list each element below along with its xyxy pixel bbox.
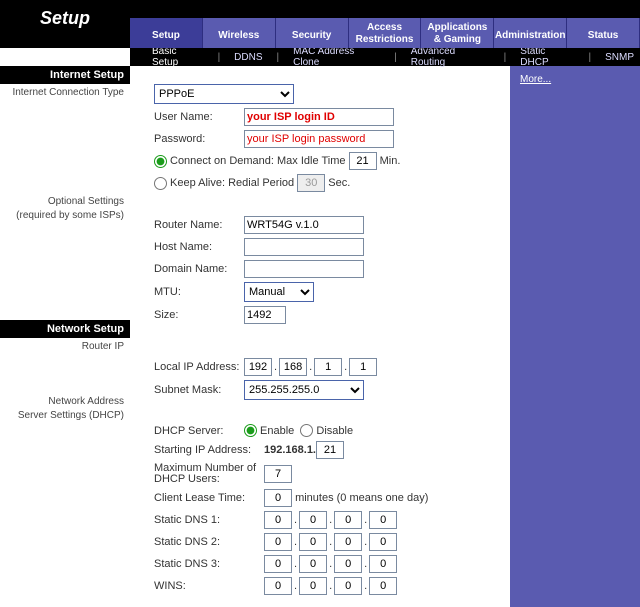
subnet-select[interactable]: 255.255.255.0	[244, 380, 364, 400]
lease-label: Client Lease Time:	[154, 492, 264, 504]
label-conn-type: Internet Connection Type	[0, 84, 130, 101]
subnav-ddns[interactable]: DDNS	[228, 52, 268, 63]
mtu-label: MTU:	[154, 286, 244, 298]
max-users-label: Maximum Number of DHCP Users:	[154, 463, 264, 485]
dhcp-enable-radio[interactable]	[244, 424, 257, 437]
subnav-advrouting[interactable]: Advanced Routing	[405, 46, 496, 68]
dns3-c[interactable]	[334, 555, 362, 573]
size-input[interactable]	[244, 306, 286, 324]
username-input[interactable]	[244, 108, 394, 126]
label-router-ip: Router IP	[0, 338, 130, 355]
tab-setup[interactable]: Setup	[130, 18, 203, 48]
label-nas1: Network Address	[0, 393, 130, 410]
router-name-label: Router Name:	[154, 219, 244, 231]
max-users-input[interactable]	[264, 465, 292, 483]
dns1-c[interactable]	[334, 511, 362, 529]
wins-d[interactable]	[369, 577, 397, 595]
router-name-input[interactable]	[244, 216, 364, 234]
subnet-label: Subnet Mask:	[154, 384, 244, 396]
section-internet-setup: Internet Setup	[0, 66, 130, 84]
lease-input[interactable]	[264, 489, 292, 507]
dns2-label: Static DNS 2:	[154, 536, 264, 548]
sub-nav: Basic Setup| DDNS| MAC Address Clone| Ad…	[130, 48, 640, 66]
dns1-d[interactable]	[369, 511, 397, 529]
start-ip-prefix: 192.168.1.	[264, 444, 316, 456]
ip1-input[interactable]	[244, 358, 272, 376]
wins-label: WINS:	[154, 580, 264, 592]
username-label: User Name:	[154, 111, 244, 123]
label-optional2: (required by some ISPs)	[0, 210, 130, 224]
mtu-select[interactable]: Manual	[244, 282, 314, 302]
page-title-logo: Setup	[40, 8, 90, 29]
dns3-a[interactable]	[264, 555, 292, 573]
dns3-d[interactable]	[369, 555, 397, 573]
start-ip-label: Starting IP Address:	[154, 444, 264, 456]
ip2-input[interactable]	[279, 358, 307, 376]
cod-unit: Min.	[380, 155, 401, 167]
ka-value-input	[297, 174, 325, 192]
dns2-b[interactable]	[299, 533, 327, 551]
keep-alive-radio[interactable]	[154, 177, 167, 190]
label-nas2: Server Settings (DHCP)	[0, 410, 130, 424]
local-ip-label: Local IP Address:	[154, 361, 244, 373]
subnav-snmp[interactable]: SNMP	[599, 52, 640, 63]
tab-security[interactable]: Security	[276, 18, 349, 48]
label-optional: Optional Settings	[0, 193, 130, 210]
dhcp-disable-label: Disable	[316, 425, 353, 437]
lease-note: minutes (0 means one day)	[295, 492, 428, 504]
wins-a[interactable]	[264, 577, 292, 595]
dns3-b[interactable]	[299, 555, 327, 573]
dns1-b[interactable]	[299, 511, 327, 529]
size-label: Size:	[154, 309, 244, 321]
dhcp-server-label: DHCP Server:	[154, 425, 244, 437]
password-input[interactable]	[244, 130, 394, 148]
more-link[interactable]: More...	[520, 74, 551, 85]
host-name-label: Host Name:	[154, 241, 244, 253]
tab-apps[interactable]: Applications& Gaming	[421, 18, 494, 48]
password-label: Password:	[154, 133, 244, 145]
connect-on-demand-radio[interactable]	[154, 155, 167, 168]
wins-c[interactable]	[334, 577, 362, 595]
start-ip-input[interactable]	[316, 441, 344, 459]
dns1-label: Static DNS 1:	[154, 514, 264, 526]
domain-name-label: Domain Name:	[154, 263, 244, 275]
tab-wireless[interactable]: Wireless	[203, 18, 276, 48]
dns1-a[interactable]	[264, 511, 292, 529]
wins-b[interactable]	[299, 577, 327, 595]
dns3-label: Static DNS 3:	[154, 558, 264, 570]
dns2-d[interactable]	[369, 533, 397, 551]
connection-type-select[interactable]: PPPoE	[154, 84, 294, 104]
section-network-setup: Network Setup	[0, 320, 130, 338]
ka-label: Keep Alive: Redial Period	[170, 177, 294, 189]
domain-name-input[interactable]	[244, 260, 364, 278]
ip4-input[interactable]	[349, 358, 377, 376]
tab-status[interactable]: Status	[567, 18, 640, 48]
dns2-a[interactable]	[264, 533, 292, 551]
cod-label: Connect on Demand: Max Idle Time	[170, 155, 345, 167]
main-nav: Setup Wireless Security AccessRestrictio…	[130, 18, 640, 48]
host-name-input[interactable]	[244, 238, 364, 256]
ip3-input[interactable]	[314, 358, 342, 376]
tab-admin[interactable]: Administration	[494, 18, 567, 48]
dns2-c[interactable]	[334, 533, 362, 551]
cod-value-input[interactable]	[349, 152, 377, 170]
dhcp-enable-label: Enable	[260, 425, 294, 437]
tab-access[interactable]: AccessRestrictions	[349, 18, 422, 48]
dhcp-disable-radio[interactable]	[300, 424, 313, 437]
ka-unit: Sec.	[328, 177, 350, 189]
